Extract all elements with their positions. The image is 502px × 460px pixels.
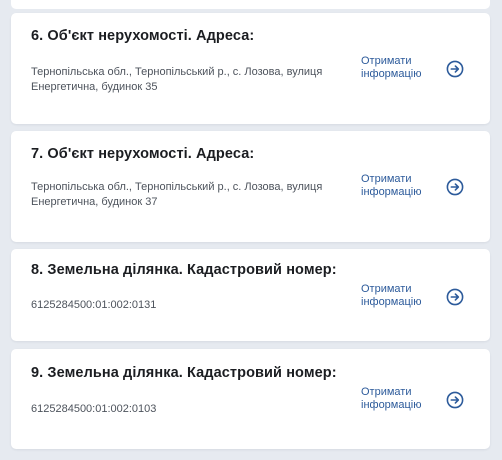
land-plot-card-8: 8. Земельна ділянка. Кадастровий номер: …	[11, 249, 490, 341]
arrow-right-circle-icon[interactable]	[446, 178, 464, 196]
get-info-button[interactable]: Отримати інформацію	[361, 386, 481, 414]
get-info-button[interactable]: Отримати інформацію	[361, 283, 481, 311]
property-card-6: 6. Об'єкт нерухомості. Адреса: Тернопіль…	[11, 13, 490, 124]
get-info-label: Отримати інформацію	[361, 173, 422, 198]
property-card-7: 7. Об'єкт нерухомості. Адреса: Тернопіль…	[11, 131, 490, 242]
arrow-right-circle-icon[interactable]	[446, 391, 464, 409]
arrow-right-circle-icon[interactable]	[446, 60, 464, 78]
get-info-label: Отримати інформацію	[361, 55, 422, 80]
card-title: 8. Земельна ділянка. Кадастровий номер:	[31, 262, 337, 278]
get-info-label: Отримати інформацію	[361, 283, 422, 308]
card-address: Тернопільська обл., Тернопільський р., с…	[31, 66, 323, 93]
get-info-button[interactable]: Отримати інформацію	[361, 173, 481, 201]
get-info-button[interactable]: Отримати інформацію	[361, 55, 481, 83]
get-info-label: Отримати інформацію	[361, 386, 422, 411]
cadastral-number: 6125284500:01:002:0131	[31, 299, 157, 311]
previous-card-edge	[11, 0, 490, 9]
card-address: Тернопільська обл., Тернопільський р., с…	[31, 181, 323, 208]
land-plot-card-9: 9. Земельна ділянка. Кадастровий номер: …	[11, 349, 490, 449]
cadastral-number: 6125284500:01:002:0103	[31, 403, 157, 415]
card-title: 7. Об'єкт нерухомості. Адреса:	[31, 146, 255, 162]
arrow-right-circle-icon[interactable]	[446, 288, 464, 306]
card-title: 6. Об'єкт нерухомості. Адреса:	[31, 28, 255, 44]
card-title: 9. Земельна ділянка. Кадастровий номер:	[31, 365, 337, 381]
